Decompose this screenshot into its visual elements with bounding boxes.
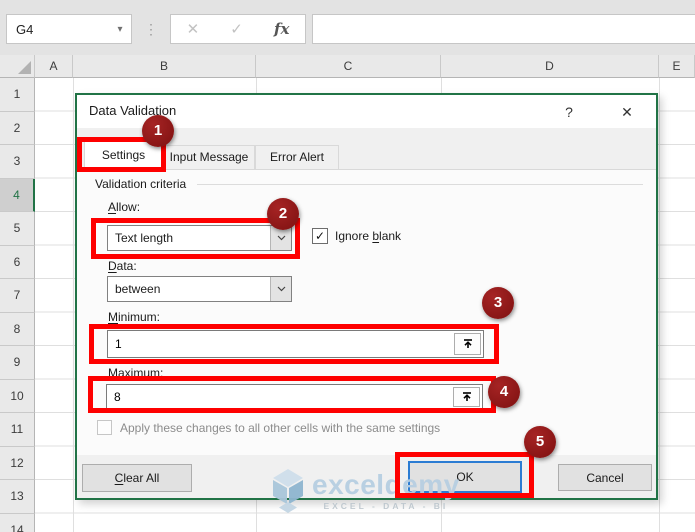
clear-all-button[interactable]: Clear All — [82, 464, 192, 492]
formula-bar-separator-icon: ⋮ — [144, 20, 158, 37]
annotation-badge-4: 4 — [488, 376, 520, 408]
cancel-button[interactable]: Cancel — [558, 464, 652, 491]
close-icon[interactable]: ✕ — [611, 100, 643, 124]
formula-bar-input[interactable] — [312, 14, 695, 44]
cancel-entry-icon[interactable]: ✕ — [187, 20, 200, 38]
minimum-label: Minimum: — [108, 310, 161, 324]
row-header-13[interactable]: 13 — [0, 480, 35, 514]
ignore-blank-label: Ignore blank — [335, 229, 402, 243]
name-box-dropdown-icon[interactable]: ▾ — [109, 24, 131, 35]
annotation-badge-3: 3 — [482, 287, 514, 319]
tab-input-message[interactable]: Input Message — [163, 145, 255, 169]
annotation-box-allow-dropdown — [91, 218, 300, 259]
row-header-6[interactable]: 6 — [0, 245, 35, 279]
row-headers: 1 2 3 4 5 6 7 8 9 10 11 12 13 14 — [0, 78, 35, 532]
gridline — [73, 78, 74, 532]
annotation-box-ok-button — [395, 452, 534, 498]
annotation-box-minimum-field — [89, 324, 499, 364]
help-icon[interactable]: ? — [556, 100, 582, 124]
column-header-d[interactable]: D — [441, 55, 659, 78]
tab-error-alert[interactable]: Error Alert — [255, 145, 339, 169]
annotation-box-maximum-field — [88, 376, 496, 413]
chevron-down-icon[interactable] — [270, 277, 291, 301]
annotation-badge-1: 1 — [142, 115, 174, 147]
apply-changes-checkbox[interactable] — [97, 420, 112, 435]
data-label: Data: — [108, 259, 137, 273]
data-dropdown[interactable]: between — [107, 276, 292, 302]
insert-function-icon[interactable]: fx — [274, 20, 289, 38]
apply-changes-label: Apply these changes to all other cells w… — [120, 421, 441, 435]
groupbox-line — [197, 184, 643, 185]
row-header-9[interactable]: 9 — [0, 346, 35, 380]
column-header-a[interactable]: A — [35, 55, 73, 78]
row-header-7[interactable]: 7 — [0, 279, 35, 313]
row-header-5[interactable]: 5 — [0, 212, 35, 246]
row-header-2[interactable]: 2 — [0, 111, 35, 145]
name-box[interactable]: G4 ▾ — [6, 14, 132, 44]
column-header-c[interactable]: C — [256, 55, 441, 78]
column-headers: A B C D E — [35, 55, 695, 78]
row-header-14[interactable]: 14 — [0, 513, 35, 532]
allow-label: Allow: — [108, 200, 141, 214]
column-header-b[interactable]: B — [73, 55, 256, 78]
validation-criteria-group-label: Validation criteria — [95, 177, 187, 191]
select-all-triangle-icon — [18, 61, 31, 74]
row-header-8[interactable]: 8 — [0, 312, 35, 346]
select-all-button[interactable] — [0, 55, 35, 78]
row-header-4-selected[interactable]: 4 — [0, 178, 35, 212]
name-box-value: G4 — [16, 21, 34, 37]
confirm-entry-icon[interactable]: ✓ — [230, 20, 243, 38]
dialog-footer: Clear All OK Cancel — [77, 455, 656, 498]
ignore-blank-checkbox[interactable]: ✓ — [312, 228, 328, 244]
annotation-badge-2: 2 — [267, 198, 299, 230]
gridline — [659, 78, 660, 532]
data-dropdown-value: between — [115, 282, 161, 296]
formula-bar-buttons: ✕ ✓ fx — [170, 14, 306, 44]
row-header-1[interactable]: 1 — [0, 78, 35, 112]
excel-window: G4 ▾ ⋮ ✕ ✓ fx A B C D E 1 2 3 4 5 6 7 8 … — [0, 0, 695, 532]
column-header-e[interactable]: E — [659, 55, 695, 78]
row-header-11[interactable]: 11 — [0, 413, 35, 447]
row-header-3[interactable]: 3 — [0, 145, 35, 179]
annotation-badge-5: 5 — [524, 426, 556, 458]
row-header-12[interactable]: 12 — [0, 446, 35, 480]
row-header-10[interactable]: 10 — [0, 379, 35, 413]
